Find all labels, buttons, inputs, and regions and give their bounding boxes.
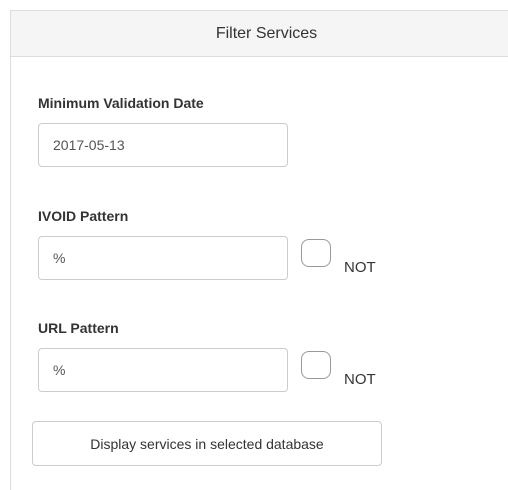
- filter-services-panel: Filter Services Minimum Validation Date …: [10, 10, 508, 490]
- display-services-button[interactable]: Display services in selected database: [32, 421, 382, 466]
- min-validation-date-label: Minimum Validation Date: [38, 95, 204, 111]
- ivoid-not-checkbox[interactable]: [301, 239, 331, 267]
- ivoid-pattern-label: IVOID Pattern: [38, 208, 129, 224]
- url-pattern-input[interactable]: [38, 348, 288, 392]
- panel-heading: Filter Services: [11, 11, 508, 57]
- ivoid-not-label: NOT: [344, 259, 376, 276]
- panel-title: Filter Services: [215, 24, 318, 42]
- url-not-checkbox[interactable]: [301, 351, 331, 379]
- url-not-label: NOT: [344, 371, 376, 388]
- min-validation-date-input[interactable]: [38, 123, 288, 167]
- ivoid-pattern-input[interactable]: [38, 236, 288, 280]
- url-pattern-label: URL Pattern: [38, 320, 119, 336]
